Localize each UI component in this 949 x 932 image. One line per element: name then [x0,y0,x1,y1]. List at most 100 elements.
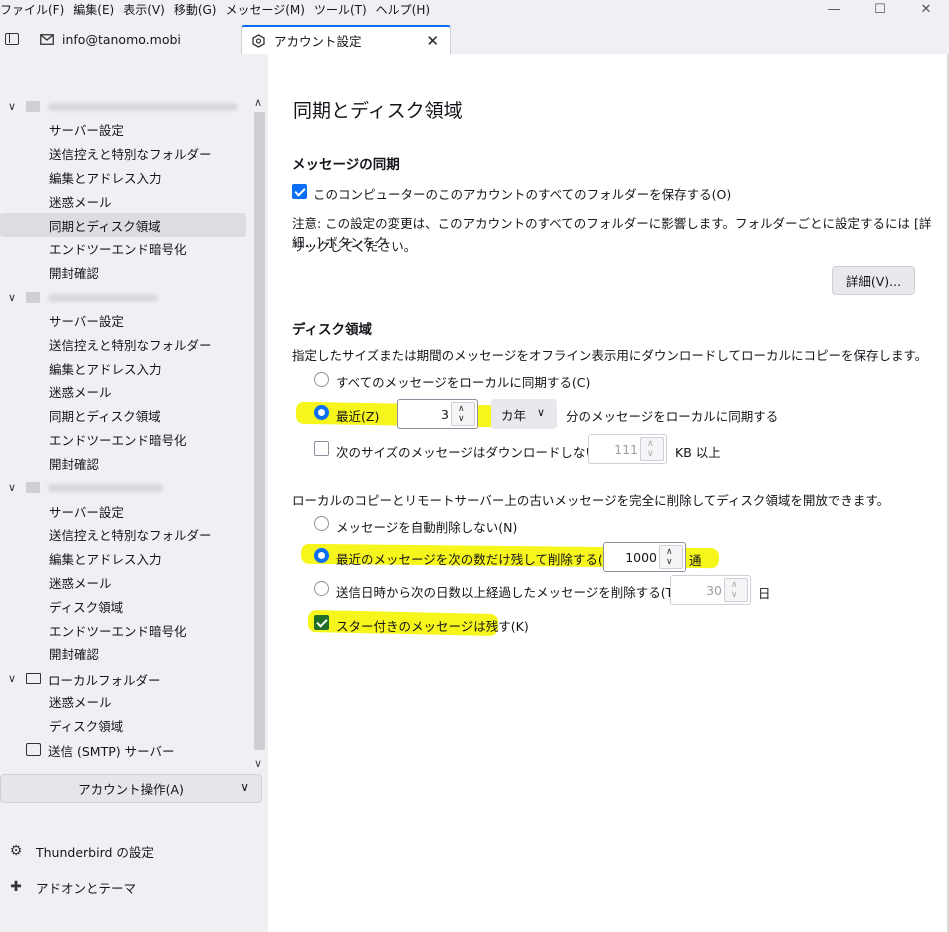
down-arrow-icon[interactable]: ∨ [666,557,673,567]
keep-recent-spinner[interactable]: 1000 ∧ ∨ [603,542,686,572]
size-limit-value: 111 [614,442,638,457]
sync-recent-unit-select[interactable]: カ年 ∨ [491,399,557,429]
down-arrow-icon[interactable]: ∨ [731,590,738,600]
close-window-button[interactable]: ✕ [903,0,949,18]
keep-recent-label: 最近のメッセージを次の数だけ残して削除する(B) [336,552,617,567]
sidebar-item-e2e[interactable]: エンドツーエンド暗号化 [0,237,246,261]
account-row-3[interactable]: ∨ [0,475,246,499]
close-tab-icon[interactable]: ✕ [426,32,439,50]
account-name-redacted [48,103,238,111]
account-icon [26,101,40,112]
sidebar-item-receipts[interactable]: 開封確認 [0,642,246,666]
tab-account-settings[interactable]: アカウント設定 ✕ [241,25,451,54]
local-folders-row[interactable]: ∨ ローカルフォルダー [0,666,246,690]
addons-themes-link[interactable]: ✚ アドオンとテーマ [8,877,136,897]
sidebar-item-junk[interactable]: 迷惑メール [0,380,246,404]
spinner-arrows[interactable]: ∧ ∨ [640,437,664,461]
down-arrow-icon[interactable]: ∨ [458,414,465,424]
up-arrow-icon[interactable]: ∧ [666,547,673,557]
scroll-down-icon[interactable]: ∨ [254,757,262,770]
up-arrow-icon[interactable]: ∧ [458,404,465,414]
tab-mail[interactable]: info@tanomo.mobi [32,25,237,54]
delete-older-radio[interactable] [314,581,329,596]
sidebar-item-copies-folders[interactable]: 送信控えと特別なフォルダー [0,332,246,356]
minimize-button[interactable]: — [811,0,857,18]
scroll-thumb[interactable] [254,112,265,750]
sidebar-item-junk[interactable]: 迷惑メール [0,571,246,595]
spaces-toolbar-icon[interactable] [5,33,19,45]
menu-message[interactable]: メッセージ(M) [225,1,304,18]
sync-recent-spinner[interactable]: 3 ∧ ∨ [397,399,478,429]
sidebar-item-composition[interactable]: 編集とアドレス入力 [0,547,246,571]
spinner-arrows[interactable]: ∧ ∨ [659,545,683,569]
down-arrow-icon[interactable]: ∨ [647,449,654,459]
sidebar-item-junk[interactable]: 迷惑メール [0,189,246,213]
chevron-down-icon[interactable]: ∨ [8,481,20,494]
sidebar-item-e2e[interactable]: エンドツーエンド暗号化 [0,428,246,452]
sidebar-item-e2e[interactable]: エンドツーエンド暗号化 [0,618,246,642]
account-settings-icon [252,33,265,48]
up-arrow-icon[interactable]: ∧ [647,439,654,449]
tab-bar: info@tanomo.mobi アカウント設定 ✕ [0,22,949,54]
menu-edit[interactable]: 編集(E) [73,1,114,18]
sync-note-line2: リックしてください。 [292,239,417,254]
sidebar-item-sync-storage[interactable]: 同期とディスク領域 [0,213,246,237]
sidebar-item-receipts[interactable]: 開封確認 [0,261,246,285]
smtp-server-row[interactable]: 送信 (SMTP) サーバー [0,737,246,761]
addons-themes-label: アドオンとテーマ [36,880,137,896]
gear-icon: ⚙ [9,843,23,859]
sidebar-item-copies-folders[interactable]: 送信控えと特別なフォルダー [0,523,246,547]
account-sidebar: ∨ サーバー設定 送信控えと特別なフォルダー 編集とアドレス入力 迷惑メール 同… [0,54,268,932]
chevron-down-icon[interactable]: ∨ [8,672,20,685]
spinner-arrows[interactable]: ∧ ∨ [451,402,475,426]
chevron-down-icon[interactable]: ∨ [8,100,20,113]
sidebar-item-junk[interactable]: 迷惑メール [0,690,246,714]
menu-tools[interactable]: ツール(T) [314,1,367,18]
up-arrow-icon[interactable]: ∧ [731,580,738,590]
sidebar-item-disk-space[interactable]: ディスク領域 [0,714,246,738]
size-limit-label: 次のサイズのメッセージはダウンロードしない(M): [336,445,623,460]
delete-older-spinner[interactable]: 30 ∧ ∨ [670,575,751,605]
menu-view[interactable]: 表示(V) [123,1,165,18]
account-tree: ∨ サーバー設定 送信控えと特別なフォルダー 編集とアドレス入力 迷惑メール 同… [0,94,246,770]
chevron-down-icon: ∨ [240,780,249,794]
sync-recent-suffix: 分のメッセージをローカルに同期する [566,409,779,424]
delete-older-unit: 日 [758,586,771,601]
menu-file[interactable]: ファイル(F) [0,1,64,18]
advanced-button[interactable]: 詳細(V)... [832,266,915,295]
account-row-1[interactable]: ∨ [0,94,246,118]
account-row-2[interactable]: ∨ [0,285,246,309]
sidebar-item-copies-folders[interactable]: 送信控えと特別なフォルダー [0,142,246,166]
keep-starred-checkbox[interactable] [314,615,329,630]
sidebar-item-receipts[interactable]: 開封確認 [0,451,246,475]
outgoing-server-icon [26,743,41,757]
menu-go[interactable]: 移動(G) [174,1,217,18]
no-delete-radio[interactable] [314,516,329,531]
sync-recent-radio[interactable] [314,405,329,420]
size-limit-spinner[interactable]: 111 ∧ ∨ [588,434,667,464]
sidebar-item-server-settings[interactable]: サーバー設定 [0,309,246,333]
chevron-down-icon[interactable]: ∨ [8,291,20,304]
sidebar-item-composition[interactable]: 編集とアドレス入力 [0,166,246,190]
delete-description: ローカルのコピーとリモートサーバー上の古いメッセージを完全に削除してディスク領域… [292,493,890,508]
size-limit-unit: KB 以上 [675,445,721,460]
keep-recent-unit: 通 [689,553,702,568]
sidebar-item-disk-space[interactable]: ディスク領域 [0,594,246,618]
sidebar-item-composition[interactable]: 編集とアドレス入力 [0,356,246,380]
sidebar-item-server-settings[interactable]: サーバー設定 [0,118,246,142]
maximize-button[interactable]: ☐ [857,0,903,18]
sync-all-radio[interactable] [314,372,329,387]
scroll-up-icon[interactable]: ∧ [254,96,262,109]
size-limit-checkbox[interactable] [314,441,329,456]
thunderbird-settings-link[interactable]: ⚙ Thunderbird の設定 [8,841,154,861]
keep-all-folders-checkbox[interactable] [292,184,307,199]
sidebar-scrollbar[interactable]: ∧ ∨ [251,94,268,770]
no-delete-label: メッセージを自動削除しない(N) [336,520,518,535]
keep-recent-radio[interactable] [314,548,329,563]
account-actions-button[interactable]: アカウント操作(A) ∨ [0,774,262,803]
spinner-arrows[interactable]: ∧ ∨ [724,578,748,602]
sidebar-item-sync-storage[interactable]: 同期とディスク領域 [0,404,246,428]
sync-recent-label: 最近(Z) [336,409,380,424]
menu-help[interactable]: ヘルプ(H) [376,1,430,18]
sidebar-item-server-settings[interactable]: サーバー設定 [0,499,246,523]
